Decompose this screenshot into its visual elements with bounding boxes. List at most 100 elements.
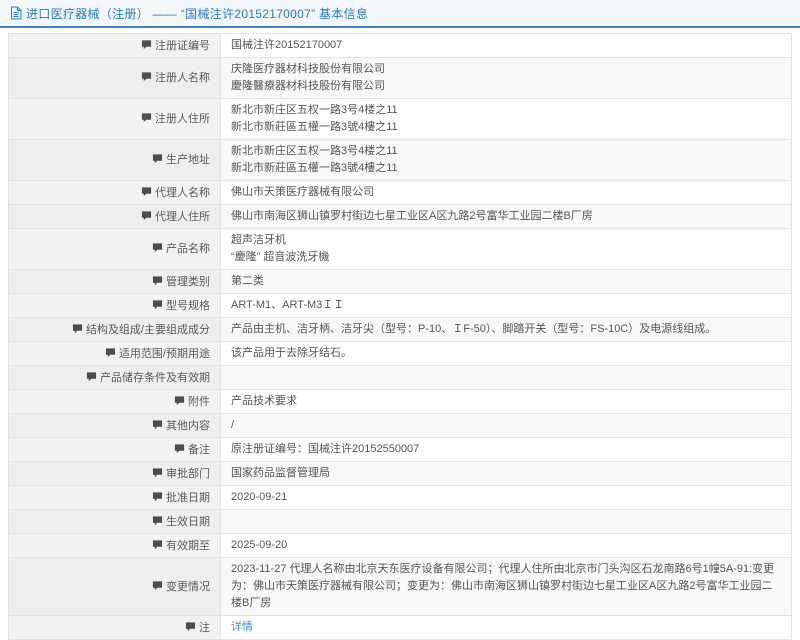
row-label: 注册证编号 bbox=[9, 34, 221, 58]
row-label: 注 bbox=[9, 616, 221, 640]
value-line: 国械注许20152170007 bbox=[231, 37, 781, 54]
row-label: 附件 bbox=[9, 390, 221, 414]
row-label: 注册人住所 bbox=[9, 99, 221, 140]
details-link[interactable]: 详情 bbox=[231, 619, 253, 636]
row-value: 佛山市南海区狮山镇罗村街边七星工业区A区九路2号富华工业园二楼B厂房 bbox=[221, 205, 792, 229]
row-label-text: 附件 bbox=[188, 396, 210, 408]
value-line: 2023-11-27 代理人名称由北京天东医疗设备有限公司；代理人住所由北京市门… bbox=[231, 561, 781, 612]
row-label: 备注 bbox=[9, 438, 221, 462]
table-row: 附件 产品技术要求 bbox=[9, 390, 792, 414]
value-line: 庆隆医疗器材科技股份有限公司 bbox=[231, 61, 781, 78]
row-label: 管理类别 bbox=[9, 270, 221, 294]
row-label-text: 注册人名称 bbox=[155, 72, 210, 84]
note-icon bbox=[141, 112, 152, 126]
row-value: 国家药品监督管理局 bbox=[221, 462, 792, 486]
value-line: ART-M1、ART-M3ＩＩ bbox=[231, 297, 781, 314]
note-icon bbox=[86, 371, 97, 385]
page-title: 进口医疗器械（注册） —— “国械注许20152170007” 基本信息 bbox=[26, 5, 368, 22]
note-icon bbox=[174, 395, 185, 409]
row-label-text: 生产地址 bbox=[166, 154, 210, 166]
note-icon bbox=[141, 210, 152, 224]
row-label-text: 批准日期 bbox=[166, 492, 210, 504]
info-table-body: 注册证编号 国械注许20152170007 注册人名称 庆隆医疗器材科技股份有限… bbox=[9, 34, 792, 640]
table-row: 注册人住所 新北市新庄区五权一路3号4楼之11新北市新莊區五權一路3號4樓之11 bbox=[9, 99, 792, 140]
row-label: 注册人名称 bbox=[9, 58, 221, 99]
value-line: 产品由主机、洁牙柄、洁牙尖（型号：P-10、ＩF-50）、脚踏开关（型号：FS-… bbox=[231, 321, 781, 338]
table-row: 产品储存条件及有效期 bbox=[9, 366, 792, 390]
row-value: 原注册证编号：国械注许20152550007 bbox=[221, 438, 792, 462]
value-line: “慶隆” 超音波洗牙機 bbox=[231, 249, 781, 266]
row-label: 结构及组成/主要组成成分 bbox=[9, 318, 221, 342]
value-line: 佛山市天策医疗器械有限公司 bbox=[231, 184, 781, 201]
row-label: 批准日期 bbox=[9, 486, 221, 510]
value-line: 2020-09-21 bbox=[231, 489, 781, 506]
note-icon bbox=[152, 299, 163, 313]
value-line: 新北市新莊區五權一路3號4樓之11 bbox=[231, 119, 781, 136]
note-icon bbox=[141, 39, 152, 53]
row-value: 产品由主机、洁牙柄、洁牙尖（型号：P-10、ＩF-50）、脚踏开关（型号：FS-… bbox=[221, 318, 792, 342]
row-label-text: 生效日期 bbox=[166, 516, 210, 528]
value-line: 超声洁牙机 bbox=[231, 232, 781, 249]
row-label-text: 注册人住所 bbox=[155, 113, 210, 125]
note-icon bbox=[152, 515, 163, 529]
value-line: 2025-09-20 bbox=[231, 537, 781, 554]
page-header: 进口医疗器械（注册） —— “国械注许20152170007” 基本信息 bbox=[0, 0, 800, 28]
note-icon bbox=[141, 71, 152, 85]
table-row: 变更情况 2023-11-27 代理人名称由北京天东医疗设备有限公司；代理人住所… bbox=[9, 558, 792, 616]
value-line: 新北市新莊區五權一路3號4樓之11 bbox=[231, 160, 781, 177]
row-label: 代理人名称 bbox=[9, 181, 221, 205]
value-line: 第二类 bbox=[231, 273, 781, 290]
row-label-text: 代理人住所 bbox=[155, 211, 210, 223]
table-row: 批准日期 2020-09-21 bbox=[9, 486, 792, 510]
row-label-text: 结构及组成/主要组成成分 bbox=[86, 324, 210, 336]
table-row: 备注 原注册证编号：国械注许20152550007 bbox=[9, 438, 792, 462]
row-value: 第二类 bbox=[221, 270, 792, 294]
note-icon bbox=[152, 580, 163, 594]
table-row: 代理人名称 佛山市天策医疗器械有限公司 bbox=[9, 181, 792, 205]
row-value: 2023-11-27 代理人名称由北京天东医疗设备有限公司；代理人住所由北京市门… bbox=[221, 558, 792, 616]
row-value: 详情 bbox=[221, 616, 792, 640]
row-label-text: 其他内容 bbox=[166, 420, 210, 432]
value-line: 该产品用于去除牙结石。 bbox=[231, 345, 781, 362]
note-icon bbox=[152, 467, 163, 481]
value-line: 产品技术要求 bbox=[231, 393, 781, 410]
note-icon bbox=[105, 347, 116, 361]
table-row: 型号规格 ART-M1、ART-M3ＩＩ bbox=[9, 294, 792, 318]
row-label: 产品名称 bbox=[9, 229, 221, 270]
value-line: 原注册证编号：国械注许20152550007 bbox=[231, 441, 781, 458]
row-value: 2025-09-20 bbox=[221, 534, 792, 558]
table-row: 代理人住所 佛山市南海区狮山镇罗村街边七星工业区A区九路2号富华工业园二楼B厂房 bbox=[9, 205, 792, 229]
table-row: 有效期至 2025-09-20 bbox=[9, 534, 792, 558]
note-icon bbox=[185, 621, 196, 635]
row-value: ART-M1、ART-M3ＩＩ bbox=[221, 294, 792, 318]
table-row: 生效日期 bbox=[9, 510, 792, 534]
table-row: 注册人名称 庆隆医疗器材科技股份有限公司慶隆醫療器材科技股份有限公司 bbox=[9, 58, 792, 99]
table-row: 审批部门 国家药品监督管理局 bbox=[9, 462, 792, 486]
row-label: 其他内容 bbox=[9, 414, 221, 438]
row-label: 代理人住所 bbox=[9, 205, 221, 229]
note-icon bbox=[72, 323, 83, 337]
row-label: 审批部门 bbox=[9, 462, 221, 486]
value-line: 新北市新庄区五权一路3号4楼之11 bbox=[231, 143, 781, 160]
value-line bbox=[231, 513, 781, 530]
row-label: 生产地址 bbox=[9, 140, 221, 181]
row-label-text: 审批部门 bbox=[166, 468, 210, 480]
row-label: 生效日期 bbox=[9, 510, 221, 534]
value-line bbox=[231, 369, 781, 386]
row-value: 2020-09-21 bbox=[221, 486, 792, 510]
note-icon bbox=[152, 275, 163, 289]
note-icon bbox=[152, 419, 163, 433]
row-value: 新北市新庄区五权一路3号4楼之11新北市新莊區五權一路3號4樓之11 bbox=[221, 140, 792, 181]
note-icon bbox=[174, 443, 185, 457]
table-row: 注册证编号 国械注许20152170007 bbox=[9, 34, 792, 58]
value-line: 佛山市南海区狮山镇罗村街边七星工业区A区九路2号富华工业园二楼B厂房 bbox=[231, 208, 781, 225]
table-row: 产品名称 超声洁牙机“慶隆” 超音波洗牙機 bbox=[9, 229, 792, 270]
table-row: 其他内容 / bbox=[9, 414, 792, 438]
table-row: 生产地址 新北市新庄区五权一路3号4楼之11新北市新莊區五權一路3號4樓之11 bbox=[9, 140, 792, 181]
table-row: 结构及组成/主要组成成分 产品由主机、洁牙柄、洁牙尖（型号：P-10、ＩF-50… bbox=[9, 318, 792, 342]
note-icon bbox=[152, 539, 163, 553]
row-label-text: 管理类别 bbox=[166, 276, 210, 288]
row-label: 有效期至 bbox=[9, 534, 221, 558]
note-icon bbox=[152, 491, 163, 505]
row-value: 国械注许20152170007 bbox=[221, 34, 792, 58]
